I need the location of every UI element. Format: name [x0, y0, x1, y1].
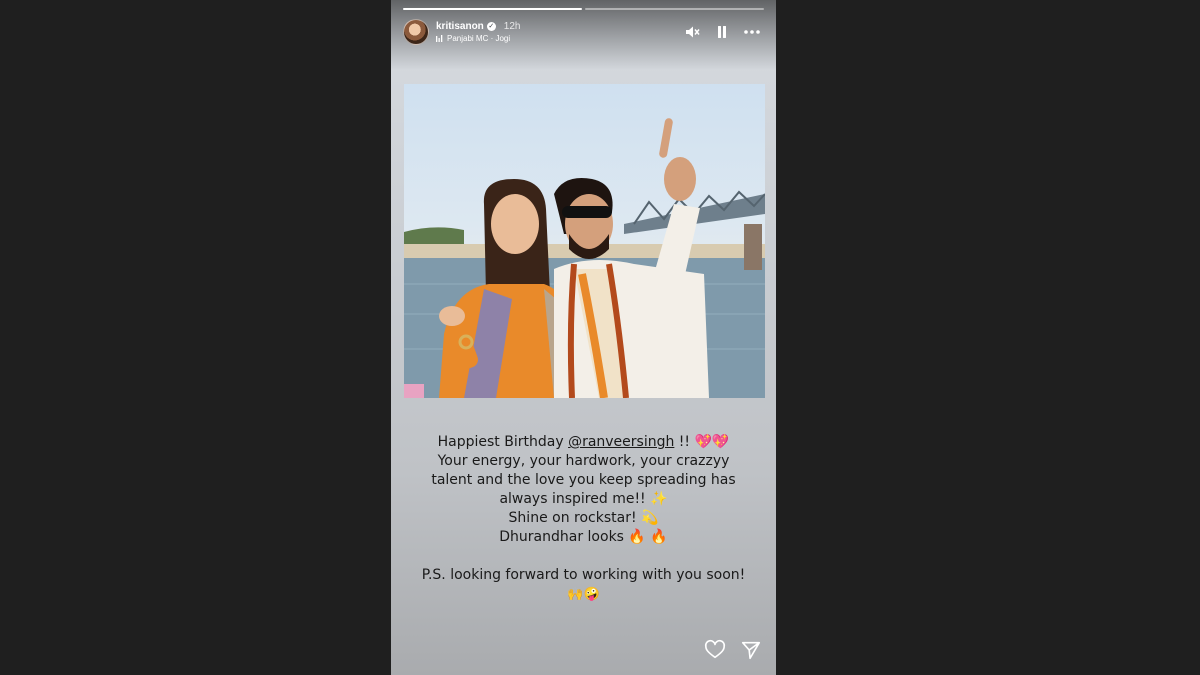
- caption-line-8: 🙌🤪: [567, 587, 600, 602]
- user-mention[interactable]: @ranveersingh: [568, 434, 674, 450]
- caption-line-7: P.S. looking forward to working with you…: [421, 567, 746, 583]
- caption-line-1: Happiest Birthday @ranveersingh !! 💖💖: [391, 433, 776, 452]
- story-controls: [684, 24, 760, 40]
- caption-line-3: talent and the love you keep spreading h…: [431, 472, 736, 488]
- caption-line-5: Shine on rockstar! 💫: [508, 510, 659, 526]
- music-icon: [436, 34, 443, 42]
- music-info[interactable]: Panjabi MC · Jogi: [436, 34, 520, 43]
- pause-button[interactable]: [714, 24, 730, 40]
- verified-badge-icon: ✓: [486, 22, 496, 31]
- story-progress: [403, 8, 764, 10]
- like-button[interactable]: [704, 639, 726, 661]
- share-button[interactable]: [740, 639, 762, 661]
- progress-segment-1: [403, 8, 582, 10]
- story-viewer[interactable]: kritisanon ✓ 12h Panjabi MC · Jogi Happi…: [391, 0, 776, 675]
- story-meta: kritisanon ✓ 12h Panjabi MC · Jogi: [436, 21, 520, 43]
- username[interactable]: kritisanon: [436, 21, 484, 32]
- story-header: kritisanon ✓ 12h Panjabi MC · Jogi: [403, 17, 764, 47]
- pause-icon: [718, 26, 726, 38]
- heart-icon: [704, 639, 726, 659]
- caption-line-4: always inspired me!! ✨: [499, 491, 668, 507]
- caption-text: Happiest Birthday: [437, 434, 569, 450]
- more-button[interactable]: [744, 24, 760, 40]
- more-icon: [744, 30, 760, 34]
- story-caption: Happiest Birthday @ranveersingh !! 💖💖 Yo…: [391, 433, 776, 604]
- speaker-muted-icon: [685, 26, 700, 38]
- caption-line-2: Your energy, your hardwork, your crazzyy: [437, 453, 730, 469]
- post-time: 12h: [503, 21, 521, 32]
- mute-button[interactable]: [684, 24, 700, 40]
- photo-illustration: [404, 118, 765, 398]
- music-label: Panjabi MC · Jogi: [447, 34, 511, 43]
- send-icon: [741, 641, 761, 660]
- progress-segment-2: [585, 8, 764, 10]
- profile-avatar[interactable]: [403, 19, 429, 45]
- caption-text: !! 💖💖: [674, 434, 730, 450]
- caption-line-6: Dhurandhar looks 🔥 🔥: [499, 529, 668, 545]
- story-photo: [404, 84, 765, 398]
- story-actions: [704, 639, 762, 661]
